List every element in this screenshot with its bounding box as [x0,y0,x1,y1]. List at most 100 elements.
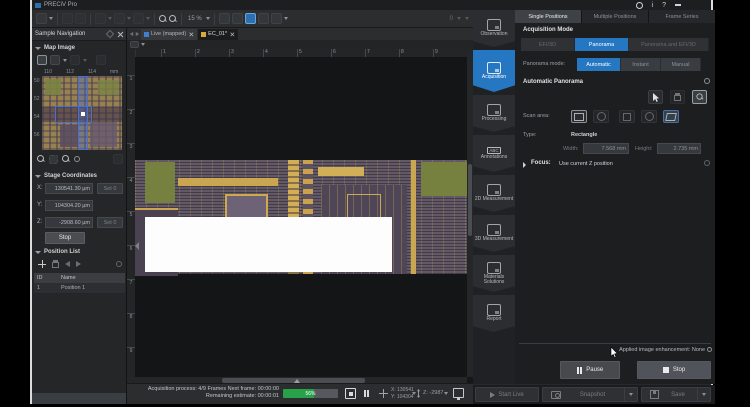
delete-position-icon[interactable] [52,260,59,268]
target-dropdown-icon[interactable] [83,58,87,62]
start-live-button[interactable]: Start Live [475,387,539,402]
nav-3d-measurement[interactable]: 3D Measurement [473,215,515,252]
x-set-zero-button[interactable]: Set 0 [97,183,123,194]
toolbar-overflow-icon[interactable] [465,17,469,20]
stage-coordinates-section-header[interactable]: Stage Coordinates [35,173,97,179]
layout-split-icon[interactable] [231,13,243,24]
map-zoom-settings-icon[interactable] [74,156,80,162]
pointer-tool-icon[interactable] [648,90,663,104]
layout-overview-icon[interactable] [244,13,256,24]
select-dropdown-icon[interactable] [108,17,112,20]
nav-report[interactable]: Report [473,295,515,332]
scan-area-polygon-icon[interactable] [663,110,679,123]
position-list-section-header[interactable]: Position List [35,249,80,255]
previous-position-icon[interactable] [65,261,70,267]
refresh-dropdown-icon[interactable] [63,58,67,62]
fit-to-view-icon[interactable] [49,154,58,164]
enhancement-info-icon[interactable] [707,347,712,352]
minimize-icon[interactable] [675,4,681,6]
copy-dropdown-icon[interactable] [127,17,131,20]
collapse-left-panel-icon[interactable] [135,242,139,250]
target-icon[interactable] [70,55,80,65]
redo-icon[interactable] [75,13,86,24]
tab-scroll-right-icon[interactable] [135,31,140,37]
height-field[interactable]: 2.735 mm [657,143,701,154]
stage-xy-readout[interactable]: X: 130541 Y: 104304 [391,387,414,400]
snapshot-dropdown[interactable] [624,388,637,401]
nav-observation[interactable]: Observation [473,10,515,47]
zoom-level-value[interactable]: 15 % [188,16,202,22]
stage-map-icon[interactable] [37,55,47,65]
view-options-icon[interactable] [130,41,139,48]
z-dropdown-icon[interactable] [444,392,448,395]
nav-processing[interactable]: Processing [473,95,515,132]
paste-dropdown-icon[interactable] [146,17,150,20]
pin-icon[interactable] [105,29,115,39]
close-panel-icon[interactable] [117,31,123,37]
layout-dropdown-icon[interactable] [283,17,288,20]
select-tool-icon[interactable] [95,13,106,24]
focus-settings-gear-icon[interactable] [704,160,710,166]
mode-panorama-button[interactable]: Panorama [575,38,629,51]
pause-acquisition-icon[interactable] [361,388,372,399]
save-button[interactable]: Save [641,387,711,402]
layout-single-icon[interactable] [218,13,230,24]
tab-frame-series[interactable]: Frame Series [649,10,715,23]
layout-compare-icon[interactable] [257,13,269,24]
map-zoom-in-icon[interactable] [62,155,70,163]
acquire-dropdown-icon[interactable] [49,17,53,20]
position-list-settings-icon[interactable] [116,261,122,267]
tab-multiple-positions[interactable]: Multiple Positions [582,10,648,23]
expand-bottom-icon[interactable] [294,378,300,383]
tab-single-positions[interactable]: Single Positions [515,10,581,23]
acquire-image-icon[interactable] [36,13,47,24]
magnifier-settings-icon[interactable] [692,90,707,104]
delete-scan-area-icon[interactable] [670,90,685,104]
map-extra-icon[interactable] [113,154,123,164]
layout-more-icon[interactable] [270,13,282,24]
snapshot-button[interactable]: Snapshot [542,387,638,402]
zoom-out-icon[interactable] [159,14,167,23]
view-options-dropdown-icon[interactable] [141,43,145,46]
focus-expander-icon[interactable] [523,162,526,168]
z-set-zero-button[interactable]: Set 0 [97,217,123,228]
refresh-map-icon[interactable] [50,55,60,65]
image-canvas[interactable] [135,57,467,377]
tab-document[interactable]: EC_01* [198,28,239,40]
paste-tool-icon[interactable] [133,13,144,24]
map-zoom-out-icon[interactable] [37,155,45,163]
pano-automatic-button[interactable]: Automatic [577,58,621,71]
zoom-level-dropdown-icon[interactable] [205,17,210,20]
copy-tool-icon[interactable] [114,13,125,24]
panorama-settings-gear-icon[interactable] [704,78,710,84]
mode-panorama-efi3d-button[interactable]: Panorama and EFI/3D [629,38,709,51]
column-name[interactable]: Name [53,275,76,281]
column-id[interactable]: ID [34,275,53,281]
counter-dropdown-icon[interactable] [457,17,461,20]
tab-scroll-left-icon[interactable] [129,31,134,37]
x-coordinate-field[interactable]: 130541.30 µm [45,183,93,194]
nav-2d-measurement[interactable]: 2D Measurement [473,175,515,212]
nav-acquisition[interactable]: Acquisition [473,50,515,92]
z-coordinate-field[interactable]: -2908.60 µm [45,217,93,228]
scan-area-ellipse-icon[interactable] [593,110,609,123]
stop-acquisition-icon[interactable] [345,388,356,399]
map-image-section-header[interactable]: Map Image [35,45,75,51]
pano-instant-button[interactable]: Instant [621,58,661,71]
stop-button[interactable]: Stop [637,361,711,379]
scan-area-rectangle-icon[interactable] [571,110,587,123]
pause-button[interactable]: Pause [560,361,620,379]
mode-efi3d-button[interactable]: EFI/3D [521,38,575,51]
xy-dropdown-icon[interactable] [412,392,416,395]
table-row[interactable]: 1 Position 1 [34,283,125,294]
scan-area-frames-icon[interactable] [619,110,635,123]
width-field[interactable]: 7.568 mm [583,143,629,154]
scan-area-clock-icon[interactable] [641,110,657,123]
nav-materials-solutions[interactable]: Materials Solutions [473,255,515,292]
nav-annotations[interactable]: ABC Annotations [473,135,515,172]
close-tab-icon[interactable] [189,32,193,36]
add-position-icon[interactable] [38,260,46,268]
y-coordinate-field[interactable]: 104304.20 µm [45,200,93,211]
help-icon[interactable]: ? [662,2,666,9]
settings-icon[interactable] [635,1,643,9]
